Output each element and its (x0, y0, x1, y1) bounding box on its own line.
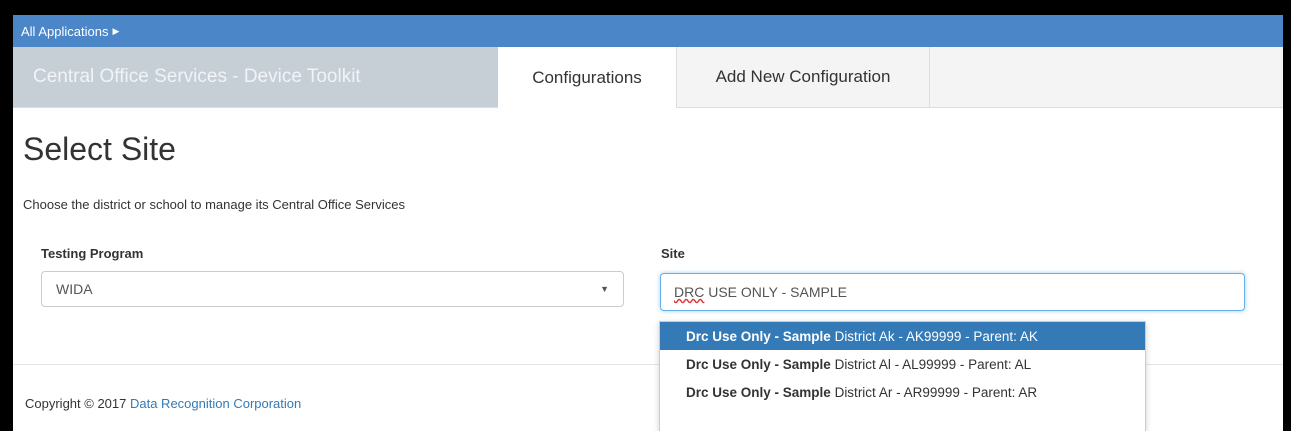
suggestion-match: Drc Use Only - Sample (686, 384, 831, 400)
site-label: Site (661, 246, 685, 261)
app-brand-title: Central Office Services - Device Toolkit (13, 47, 498, 107)
page-subtitle: Choose the district or school to manage … (23, 197, 405, 212)
tab-configurations[interactable]: Configurations (498, 47, 676, 108)
app-header: Central Office Services - Device Toolkit… (13, 47, 1283, 108)
site-input-text: USE ONLY - SAMPLE (704, 284, 847, 300)
site-suggestion-item[interactable]: Drc Use Only - Sample District Ak - AK99… (660, 322, 1145, 350)
testing-program-select[interactable]: WIDA ▼ (41, 271, 624, 307)
chevron-down-icon: ▼ (600, 284, 609, 294)
suggestion-detail: District Ar - AR99999 - Parent: AR (830, 384, 1038, 400)
suggestion-detail: District Al - AL99999 - Parent: AL (830, 356, 1032, 372)
testing-program-label: Testing Program (41, 246, 144, 261)
copyright-text: Copyright © 2017 (25, 396, 130, 411)
caret-right-icon: ▶ (112, 25, 120, 36)
page-title: Select Site (23, 131, 176, 167)
site-suggestion-item[interactable]: Drc Use Only - Sample District Ar - AR99… (660, 378, 1145, 406)
drc-link[interactable]: Data Recognition Corporation (130, 396, 301, 411)
footer: Copyright © 2017 Data Recognition Corpor… (25, 396, 301, 411)
testing-program-value: WIDA (56, 281, 93, 297)
site-input[interactable]: DRC USE ONLY - SAMPLE (660, 273, 1245, 311)
tab-add-new-configuration[interactable]: Add New Configuration (676, 47, 930, 107)
suggestion-detail: District Ak - AK99999 - Parent: AK (830, 328, 1038, 344)
suggestion-match: Drc Use Only - Sample (686, 356, 831, 372)
site-input-prefix: DRC (674, 284, 705, 300)
app-frame: All Applications ▶ Central Office Servic… (13, 15, 1283, 431)
all-applications-link[interactable]: All Applications (21, 24, 108, 39)
site-suggestions-dropdown: Drc Use Only - Sample District Ak - AK99… (659, 321, 1146, 431)
site-suggestion-item[interactable]: Drc Use Only - Sample District Al - AL99… (660, 350, 1145, 378)
suggestion-match: Drc Use Only - Sample (686, 328, 831, 344)
all-applications-bar[interactable]: All Applications ▶ (13, 15, 1283, 47)
